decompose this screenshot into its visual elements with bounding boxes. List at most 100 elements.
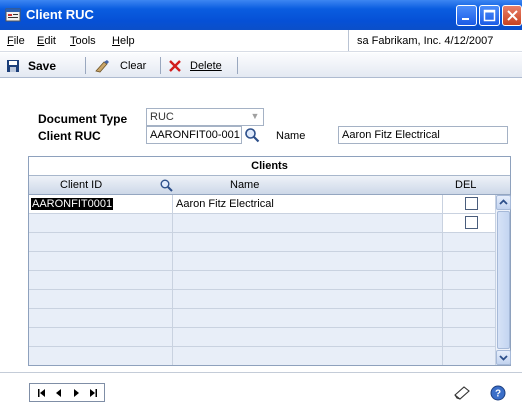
grid-rows: AARONFIT0001 Aaron Fitz Electrical — [29, 195, 495, 365]
note-icon[interactable] — [453, 385, 471, 401]
vertical-scrollbar[interactable] — [495, 195, 511, 365]
client-id-cell[interactable] — [29, 233, 173, 251]
client-name-cell[interactable] — [173, 252, 443, 270]
client-name-cell[interactable] — [173, 233, 443, 251]
maximize-button[interactable] — [479, 5, 500, 26]
client-name-cell[interactable]: Aaron Fitz Electrical — [173, 195, 443, 213]
toolbar-separator — [237, 57, 238, 74]
document-type-value: RUC — [150, 111, 174, 123]
client-name-cell[interactable] — [173, 328, 443, 346]
window-title: Client RUC — [26, 7, 94, 22]
client-ruc-field[interactable]: AARONFIT00-001 — [146, 126, 242, 144]
document-type-dropdown[interactable]: RUC ▼ — [146, 108, 264, 126]
column-header-client-id[interactable]: Client ID — [60, 179, 102, 191]
minimize-icon — [462, 18, 469, 20]
chevron-up-icon — [499, 199, 508, 205]
client-name-cell[interactable] — [173, 271, 443, 289]
toolbar-separator — [160, 57, 161, 74]
client-id-cell[interactable] — [29, 214, 173, 232]
table-row[interactable] — [29, 252, 495, 271]
svg-text:?: ? — [495, 389, 501, 400]
first-record-icon[interactable] — [37, 388, 47, 398]
app-icon — [5, 8, 21, 22]
client-name-cell[interactable] — [173, 309, 443, 327]
user-company-date: sa Fabrikam, Inc. 4/12/2007 — [348, 30, 522, 51]
table-row[interactable] — [29, 233, 495, 252]
client-ruc-window: Client RUC File Edit Tools Help sa Fabri… — [0, 0, 522, 412]
del-cell — [443, 271, 495, 289]
clients-grid: Clients Client ID Name DEL AARONFIT0001 … — [28, 156, 511, 366]
del-checkbox[interactable] — [465, 216, 478, 229]
client-ruc-value: AARONFIT00-001 — [150, 129, 240, 141]
name-value: Aaron Fitz Electrical — [342, 129, 440, 141]
table-row[interactable]: AARONFIT0001 Aaron Fitz Electrical — [29, 195, 495, 214]
close-icon — [507, 10, 518, 21]
del-cell — [443, 328, 495, 346]
toolbar-separator — [85, 57, 86, 74]
client-id-value: AARONFIT0001 — [31, 198, 114, 210]
chevron-down-icon — [499, 355, 508, 361]
del-cell — [443, 214, 495, 232]
client-id-cell[interactable] — [29, 271, 173, 289]
client-id-cell[interactable] — [29, 252, 173, 270]
client-name-cell[interactable] — [173, 214, 443, 232]
dropdown-arrow-icon: ▼ — [250, 111, 260, 121]
client-id-cell[interactable] — [29, 290, 173, 308]
del-cell — [443, 195, 495, 213]
grid-caption: Clients — [29, 157, 510, 176]
bottom-bar: ? — [0, 372, 522, 412]
document-type-label: Document Type — [38, 112, 128, 126]
table-row[interactable] — [29, 328, 495, 347]
del-checkbox[interactable] — [465, 197, 478, 210]
menu-edit[interactable]: Edit — [37, 35, 56, 47]
delete-button[interactable]: Delete — [168, 57, 222, 75]
del-cell — [443, 233, 495, 251]
scrollbar-thumb[interactable] — [497, 211, 510, 349]
lookup-icon[interactable] — [243, 126, 261, 144]
table-row[interactable] — [29, 214, 495, 233]
client-name-cell[interactable] — [173, 290, 443, 308]
toolbar: Save Clear Delete — [0, 53, 522, 78]
maximize-icon — [483, 9, 496, 22]
client-name-cell[interactable] — [173, 347, 443, 365]
clear-label: Clear — [120, 60, 147, 72]
next-record-icon[interactable] — [71, 388, 81, 398]
previous-record-icon[interactable] — [54, 388, 64, 398]
del-cell — [443, 347, 495, 365]
clear-icon — [95, 60, 109, 73]
menu-help[interactable]: Help — [112, 35, 135, 47]
save-button[interactable]: Save — [6, 57, 56, 75]
client-id-cell[interactable] — [29, 347, 173, 365]
save-icon — [7, 60, 19, 72]
del-cell — [443, 309, 495, 327]
grid-header: Client ID Name DEL — [29, 176, 510, 195]
column-header-name[interactable]: Name — [230, 179, 259, 191]
minimize-button[interactable] — [456, 5, 477, 26]
help-icon[interactable]: ? — [490, 385, 506, 401]
delete-label: Delete — [190, 60, 222, 72]
menu-bar: File Edit Tools Help sa Fabrikam, Inc. 4… — [0, 30, 522, 52]
table-row[interactable] — [29, 309, 495, 328]
name-label: Name — [276, 130, 306, 142]
table-row[interactable] — [29, 271, 495, 290]
scroll-down-button[interactable] — [496, 350, 511, 365]
grid-lookup-icon[interactable] — [159, 178, 174, 193]
menu-file[interactable]: File — [7, 35, 25, 47]
clear-button[interactable]: Clear — [94, 57, 146, 75]
scroll-up-button[interactable] — [496, 195, 511, 210]
name-field[interactable]: Aaron Fitz Electrical — [338, 126, 508, 144]
del-cell — [443, 290, 495, 308]
client-id-cell[interactable] — [29, 309, 173, 327]
close-button[interactable] — [502, 5, 522, 26]
delete-icon — [169, 60, 181, 72]
save-label: Save — [28, 59, 57, 73]
column-header-del[interactable]: DEL — [455, 179, 476, 191]
menu-tools[interactable]: Tools — [70, 35, 96, 47]
del-cell — [443, 252, 495, 270]
table-row[interactable] — [29, 347, 495, 365]
client-ruc-label: Client RUC — [38, 129, 101, 143]
client-id-cell[interactable] — [29, 328, 173, 346]
client-id-cell[interactable]: AARONFIT0001 — [29, 195, 173, 213]
last-record-icon[interactable] — [88, 388, 98, 398]
table-row[interactable] — [29, 290, 495, 309]
